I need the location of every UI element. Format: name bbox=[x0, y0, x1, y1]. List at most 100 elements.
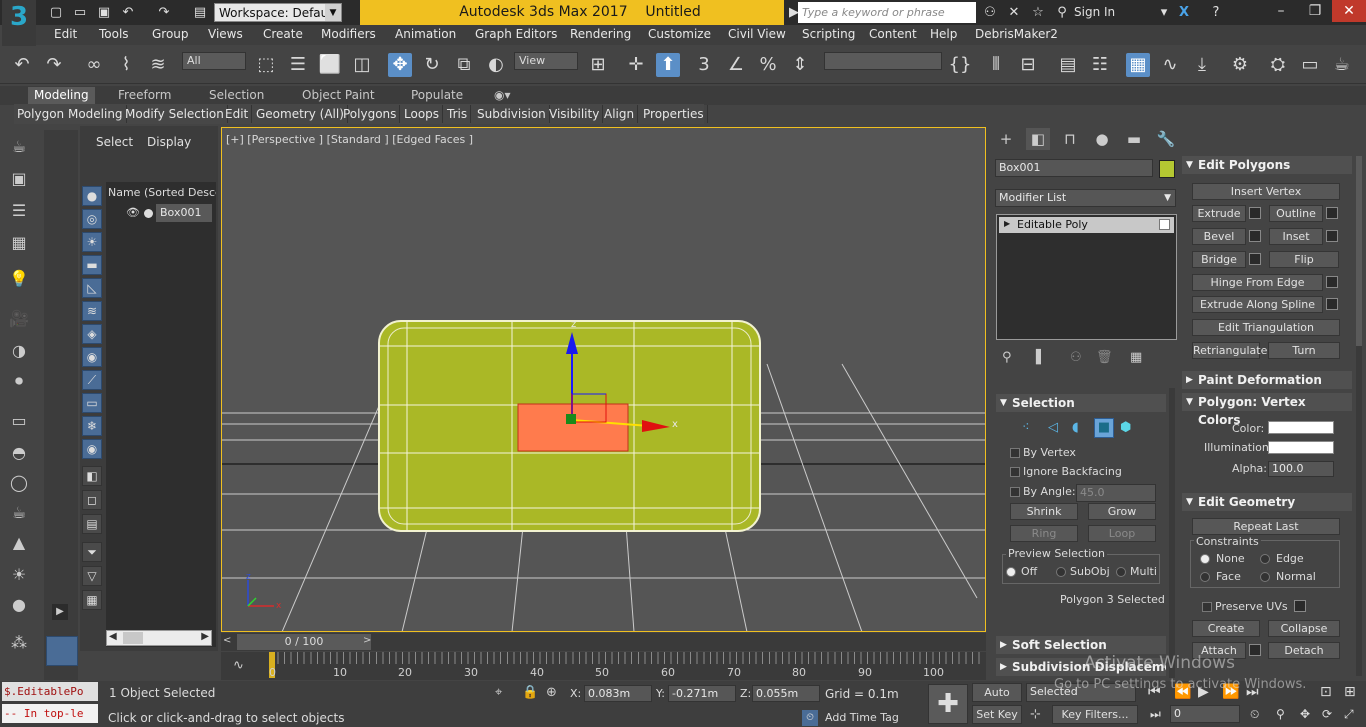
tab-selection[interactable]: Selection bbox=[203, 87, 270, 104]
grid-icon[interactable]: ⁂ bbox=[8, 632, 30, 654]
z-coord-field[interactable]: 0.055m bbox=[752, 685, 820, 702]
maxscript-listener-input[interactable]: $.EditablePo bbox=[2, 682, 98, 701]
app-logo[interactable]: 3 bbox=[2, 0, 36, 46]
list-icon[interactable]: ☰ bbox=[8, 200, 30, 222]
hinge-from-edge-button[interactable]: Hinge From Edge bbox=[1192, 274, 1323, 291]
select-move-icon[interactable]: ✥ bbox=[388, 53, 412, 77]
constraint-edge-radio[interactable] bbox=[1260, 554, 1270, 564]
sphere-icon[interactable]: ◑ bbox=[8, 340, 30, 362]
calendar-icon[interactable]: ▦ bbox=[82, 590, 102, 610]
collapse-button[interactable]: Collapse bbox=[1268, 620, 1340, 637]
menu-graph-editors[interactable]: Graph Editors bbox=[475, 27, 557, 41]
select-by-name-icon[interactable]: ☰ bbox=[286, 53, 310, 77]
menu-edit[interactable]: Edit bbox=[54, 27, 77, 41]
pivot-center-icon[interactable]: ⊞ bbox=[586, 53, 610, 77]
redo-icon[interactable]: ↷ bbox=[42, 53, 66, 77]
mini-curve-editor-icon[interactable]: ∿ bbox=[233, 658, 244, 673]
ignore-backfacing-checkbox[interactable] bbox=[1010, 467, 1020, 477]
select-all-icon[interactable]: ◧ bbox=[82, 466, 102, 486]
perspective-viewport[interactable]: [+] [Perspective ] [Standard ] [Edged Fa… bbox=[221, 127, 986, 632]
modify-tab-icon[interactable]: ◧ bbox=[1026, 128, 1050, 150]
torus-icon[interactable]: ◯ bbox=[8, 472, 30, 494]
ribbon-toggle-icon[interactable]: ▦ bbox=[1126, 53, 1150, 77]
preserve-uvs-settings-icon[interactable] bbox=[1294, 600, 1306, 612]
time-prev-icon[interactable]: < bbox=[223, 635, 231, 646]
rectangular-selection-icon[interactable]: ⬜ bbox=[318, 53, 342, 77]
chevron-down-icon[interactable]: ▾ bbox=[1156, 5, 1172, 20]
select-rotate-icon[interactable]: ↻ bbox=[420, 53, 444, 77]
list-item[interactable]: Box001 bbox=[156, 204, 212, 222]
create-button[interactable]: Create bbox=[1192, 620, 1260, 637]
turn-button[interactable]: Turn bbox=[1268, 342, 1340, 359]
table-icon[interactable]: ▦ bbox=[8, 232, 30, 254]
display-space-warps-icon[interactable]: ≋ bbox=[82, 301, 102, 321]
explorer-tab-select[interactable]: Select bbox=[96, 135, 133, 149]
constraint-normal-radio[interactable] bbox=[1260, 572, 1270, 582]
key-mode-icon[interactable]: ⊹ bbox=[1030, 707, 1041, 722]
detach-button[interactable]: Detach bbox=[1268, 642, 1340, 659]
menu-content[interactable]: Content bbox=[869, 27, 917, 41]
tab-object-paint[interactable]: Object Paint bbox=[296, 87, 381, 104]
render-icon[interactable]: ▣ bbox=[8, 168, 30, 190]
panel-polygon-modeling[interactable]: Polygon Modeling bbox=[14, 105, 127, 123]
undo-icon[interactable]: ↶ bbox=[120, 5, 136, 20]
undo-icon[interactable]: ↶ bbox=[10, 53, 34, 77]
left-column-scrollbar[interactable] bbox=[1169, 388, 1175, 678]
close-button[interactable]: ✕ bbox=[1332, 0, 1366, 22]
add-time-tag-button[interactable]: Add Time Tag bbox=[825, 711, 899, 724]
explorer-horizontal-scrollbar[interactable]: ◀ ▶ bbox=[106, 630, 212, 646]
angle-snap-icon[interactable]: ∠ bbox=[724, 53, 748, 77]
window-crossing-icon[interactable]: ◫ bbox=[350, 53, 374, 77]
mirror-icon[interactable]: ⫴ bbox=[984, 53, 1008, 77]
teapot-icon[interactable]: ☕ bbox=[8, 502, 30, 524]
menu-civil-view[interactable]: Civil View bbox=[728, 27, 786, 41]
current-frame-field[interactable]: 0 bbox=[1170, 705, 1240, 723]
select-invert-icon[interactable]: ▤ bbox=[82, 514, 102, 534]
binoculars-icon[interactable]: ⚇ bbox=[982, 5, 998, 20]
auto-key-button[interactable]: Auto Key bbox=[972, 683, 1022, 716]
display-tab-icon[interactable]: ▬ bbox=[1122, 128, 1146, 150]
hemisphere-icon[interactable]: ◓ bbox=[8, 442, 30, 464]
link-icon[interactable]: ∞ bbox=[82, 53, 106, 77]
edit-polygons-rollout-header[interactable]: Edit Polygons bbox=[1182, 156, 1352, 174]
pan-icon[interactable]: ✥ bbox=[1300, 707, 1310, 721]
paint-deformation-rollout-header[interactable]: Paint Deformation bbox=[1182, 371, 1352, 389]
display-shapes-icon[interactable]: ◎ bbox=[82, 209, 102, 229]
render-camera-icon[interactable]: ⏺ bbox=[8, 370, 30, 392]
menu-debrismaker2[interactable]: DebrisMaker2 bbox=[975, 27, 1058, 41]
zoom-icon[interactable]: ⚲ bbox=[1276, 707, 1285, 721]
illumination-color-swatch[interactable] bbox=[1268, 441, 1334, 454]
ring-button[interactable]: Ring bbox=[1010, 525, 1078, 542]
menu-rendering[interactable]: Rendering bbox=[570, 27, 631, 41]
panel-subdivision[interactable]: Subdivision bbox=[474, 105, 550, 123]
visibility-eye-icon[interactable]: ◉ bbox=[82, 439, 102, 459]
tab-populate[interactable]: Populate bbox=[405, 87, 469, 104]
project-folder-icon[interactable]: ▤ bbox=[192, 5, 208, 20]
schematic-view-icon[interactable]: ⤓ bbox=[1190, 53, 1214, 77]
scroll-thumb[interactable] bbox=[123, 632, 143, 644]
display-lights-icon[interactable]: ☀ bbox=[82, 232, 102, 252]
stack-item-editable-poly[interactable]: Editable Poly bbox=[999, 217, 1174, 233]
vertex-color-swatch[interactable] bbox=[1268, 421, 1334, 434]
display-cameras-icon[interactable]: ▬ bbox=[82, 255, 102, 275]
border-mode-icon[interactable]: ◖ bbox=[1072, 420, 1079, 435]
bevel-settings-icon[interactable] bbox=[1249, 230, 1261, 242]
scene-explorer-toggle-icon[interactable]: ▤ bbox=[1056, 53, 1080, 77]
motion-tab-icon[interactable]: ● bbox=[1090, 128, 1114, 150]
hierarchy-tab-icon[interactable]: ⊓ bbox=[1058, 128, 1082, 150]
configure-modifier-sets-icon[interactable]: ▦ bbox=[1130, 350, 1142, 365]
redo-icon[interactable]: ↷ bbox=[156, 5, 172, 20]
menu-views[interactable]: Views bbox=[208, 27, 243, 41]
set-key-plus-icon[interactable]: ✚ bbox=[928, 684, 968, 724]
inset-button[interactable]: Inset bbox=[1269, 228, 1323, 245]
loop-button[interactable]: Loop bbox=[1088, 525, 1156, 542]
sphere-icon[interactable]: ● bbox=[8, 594, 30, 616]
reference-coordinate-dropdown[interactable]: View bbox=[514, 52, 578, 70]
polygon-mode-icon[interactable]: ■ bbox=[1094, 418, 1114, 438]
display-geometry-icon[interactable]: ● bbox=[82, 186, 102, 206]
extrude-settings-icon[interactable] bbox=[1249, 207, 1261, 219]
align-icon[interactable]: ⊟ bbox=[1016, 53, 1040, 77]
preserve-uvs-checkbox[interactable] bbox=[1202, 602, 1212, 612]
remove-modifier-icon[interactable]: 🗑 bbox=[1096, 350, 1113, 365]
panel-align[interactable]: Align bbox=[601, 105, 639, 123]
